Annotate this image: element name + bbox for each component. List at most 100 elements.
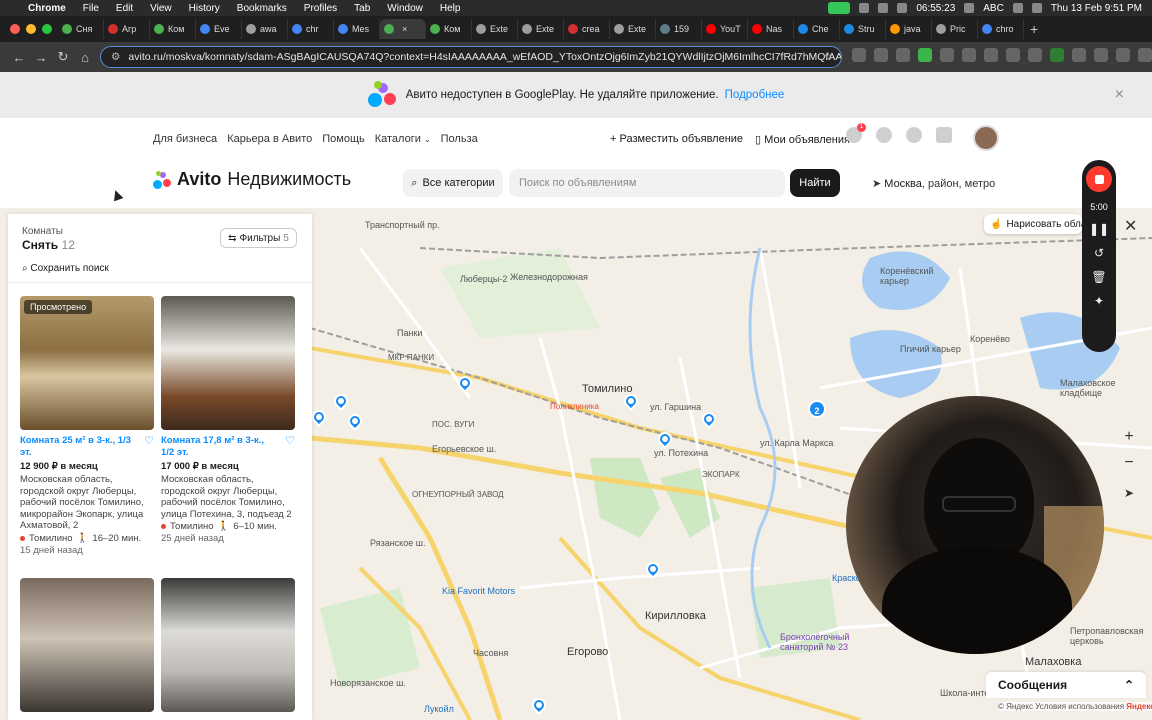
input-source[interactable]: ABC xyxy=(983,3,1004,14)
map-pin[interactable] xyxy=(455,373,475,394)
forward-icon[interactable]: → xyxy=(30,50,52,65)
facetime-icon[interactable] xyxy=(828,2,851,14)
close-icon[interactable]: ✕ xyxy=(1124,216,1137,236)
map-pin[interactable] xyxy=(529,695,549,716)
all-categories-button[interactable]: ⌕ Все категории xyxy=(403,169,503,197)
listing-card[interactable]: Комната 17,8 м² в 3-к., 1/2 эт. ♡ 17 000… xyxy=(161,296,295,544)
listing-title[interactable]: Комната 17,8 м² в 3-к., 1/2 эт. ♡ xyxy=(161,435,295,459)
listing-card[interactable] xyxy=(161,578,295,712)
close-tab-icon[interactable]: × xyxy=(402,24,407,34)
reload-icon[interactable]: ↻ xyxy=(52,49,74,65)
menu-profiles[interactable]: Profiles xyxy=(304,3,337,14)
map-pin[interactable] xyxy=(643,559,663,580)
cart-icon[interactable] xyxy=(936,127,952,143)
extension-icon[interactable] xyxy=(918,48,932,62)
chat-icon[interactable] xyxy=(906,127,922,143)
extension-icon[interactable] xyxy=(1094,48,1108,62)
nav-link-benefit[interactable]: Польза xyxy=(441,133,478,145)
brand-logo[interactable]: Avito Недвижимость xyxy=(153,169,351,190)
menu-tab[interactable]: Tab xyxy=(354,3,370,14)
browser-tab[interactable]: Exte xyxy=(472,19,518,39)
menu-view[interactable]: View xyxy=(150,3,172,14)
extension-icon[interactable] xyxy=(1028,48,1042,62)
webcam-bubble[interactable] xyxy=(846,396,1104,654)
menu-history[interactable]: History xyxy=(189,3,220,14)
browser-tab[interactable]: Ком xyxy=(150,19,196,39)
home-icon[interactable]: ⌂ xyxy=(74,50,96,65)
status-icon[interactable] xyxy=(964,3,975,13)
back-icon[interactable]: ← xyxy=(8,50,30,65)
status-icon[interactable] xyxy=(897,3,908,13)
listing-photo[interactable] xyxy=(20,578,154,712)
browser-tab[interactable]: chro xyxy=(978,19,1024,39)
browser-tab[interactable]: awa xyxy=(242,19,288,39)
minimize-window-icon[interactable] xyxy=(26,24,36,34)
browser-tab[interactable]: × xyxy=(380,19,426,39)
yandex-logo[interactable]: Яндекс xyxy=(1126,702,1152,711)
browser-tab[interactable]: 159 xyxy=(656,19,702,39)
status-icon[interactable] xyxy=(859,3,870,13)
nav-link-catalogs[interactable]: Каталоги ⌄ xyxy=(375,133,431,145)
browser-tab[interactable]: Exte xyxy=(518,19,564,39)
extension-icon[interactable] xyxy=(1050,48,1064,62)
browser-tab[interactable]: crea xyxy=(564,19,610,39)
extension-icon[interactable] xyxy=(1006,48,1020,62)
browser-tab[interactable]: Ком xyxy=(426,19,472,39)
map-pin[interactable] xyxy=(331,391,351,412)
extension-icon[interactable] xyxy=(874,48,888,62)
banner-link[interactable]: Подробнее xyxy=(725,89,785,101)
site-info-icon[interactable]: ⚙ xyxy=(111,51,120,63)
heart-icon[interactable]: ♡ xyxy=(285,435,295,447)
menu-help[interactable]: Help xyxy=(440,3,461,14)
wifi-icon[interactable] xyxy=(1012,3,1023,13)
menu-bookmarks[interactable]: Bookmarks xyxy=(237,3,287,14)
menu-file[interactable]: File xyxy=(83,3,99,14)
browser-tab[interactable]: Сня xyxy=(58,19,104,39)
extension-icon[interactable] xyxy=(1138,48,1152,62)
zoom-window-icon[interactable] xyxy=(42,24,52,34)
heart-icon[interactable]: ♡ xyxy=(144,435,154,447)
map-pin[interactable] xyxy=(699,409,719,430)
extension-icon[interactable] xyxy=(962,48,976,62)
map-cluster-pin[interactable]: 2 xyxy=(808,400,826,418)
map-pin[interactable] xyxy=(655,429,675,450)
control-center-icon[interactable] xyxy=(1031,3,1042,13)
browser-tab[interactable]: Eve xyxy=(196,19,242,39)
filters-button[interactable]: ⇆ Фильтры 5 xyxy=(220,228,297,248)
save-search-button[interactable]: ⌕ Сохранить поиск xyxy=(22,263,109,274)
listing-photo[interactable] xyxy=(161,296,295,430)
nav-link-career[interactable]: Карьера в Авито xyxy=(227,133,312,145)
menu-app-name[interactable]: Chrome xyxy=(28,3,66,14)
browser-tab[interactable]: Exte xyxy=(610,19,656,39)
pause-icon[interactable]: ❚❚ xyxy=(1089,222,1109,236)
menu-edit[interactable]: Edit xyxy=(116,3,133,14)
address-bar[interactable]: ⚙ avito.ru/moskva/komnaty/sdam-ASgBAgICA… xyxy=(100,46,842,68)
stop-recording-button[interactable] xyxy=(1086,166,1112,192)
browser-tab[interactable]: Агр xyxy=(104,19,150,39)
extension-icon[interactable] xyxy=(940,48,954,62)
browser-tab[interactable]: chr xyxy=(288,19,334,39)
extensions-puzzle-icon[interactable] xyxy=(1072,48,1086,62)
my-ads-button[interactable]: ▯ Мои объявления xyxy=(755,133,850,146)
zoom-out-icon[interactable]: − xyxy=(1124,454,1134,472)
browser-tab[interactable]: Che xyxy=(794,19,840,39)
browser-tab[interactable]: Mes xyxy=(334,19,380,39)
map-pin[interactable] xyxy=(309,407,329,428)
browser-tab[interactable]: YouT xyxy=(702,19,748,39)
listing-title[interactable]: Комната 25 м² в 3-к., 1/3 эт. ♡ xyxy=(20,435,154,459)
extension-icon[interactable] xyxy=(1116,48,1130,62)
geolocation-icon[interactable]: ➤ xyxy=(1124,486,1134,500)
restart-icon[interactable]: ↺ xyxy=(1094,246,1104,260)
chevron-up-icon[interactable]: ⌃ xyxy=(1124,678,1134,692)
browser-tab[interactable]: java xyxy=(886,19,932,39)
bell-icon[interactable] xyxy=(876,127,892,143)
extension-icon[interactable] xyxy=(852,48,866,62)
search-input[interactable]: Поиск по объявлениям xyxy=(509,169,785,197)
listing-photo[interactable] xyxy=(161,578,295,712)
browser-tab[interactable]: Stru xyxy=(840,19,886,39)
location-selector[interactable]: ➤ Москва, район, метро xyxy=(872,177,995,190)
listing-photo[interactable]: Просмотрено xyxy=(20,296,154,430)
extension-icon[interactable] xyxy=(984,48,998,62)
messages-bar[interactable]: Сообщения ⌃ xyxy=(986,672,1146,698)
close-icon[interactable]: × xyxy=(1115,86,1124,104)
